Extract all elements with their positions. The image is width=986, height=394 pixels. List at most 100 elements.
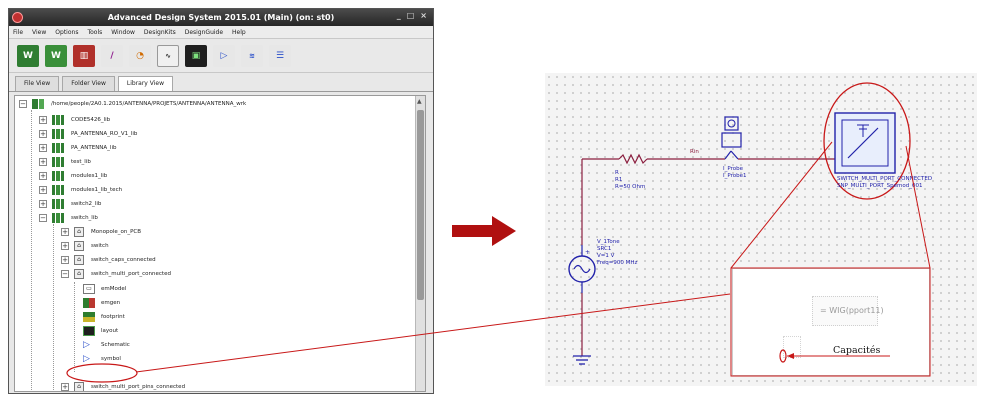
library-icon[interactable]: ▥ [73, 44, 95, 67]
expand-icon[interactable]: + [39, 116, 47, 124]
expand-icon[interactable]: + [39, 186, 47, 194]
menu-designguide[interactable]: DesignGuide [185, 29, 223, 36]
collapse-icon[interactable]: − [61, 270, 69, 278]
source-freq: Freq=900 MHz [597, 260, 638, 266]
tree-library[interactable]: + modules1_lib_tech [39, 183, 122, 197]
expand-icon[interactable]: + [39, 172, 47, 180]
cell-icon: ⌂ [74, 227, 84, 237]
expand-icon[interactable]: + [61, 228, 69, 236]
footprint-icon [83, 312, 95, 322]
zoom-expression: = WIG(pport11) [820, 306, 884, 315]
menu-tools[interactable]: Tools [87, 29, 102, 36]
resistor-name: R1 [615, 177, 623, 183]
tree-library[interactable]: + CODE5426_lib [39, 113, 110, 127]
library-icon [52, 199, 64, 209]
cell-label: switch [91, 243, 109, 249]
library-label: switch_lib [71, 215, 98, 221]
source-name: SRC1 [597, 246, 612, 252]
symbol-view-icon: ▷ [83, 354, 90, 364]
tree-view-footprint[interactable]: footprint [83, 310, 125, 324]
expand-icon[interactable]: + [39, 158, 47, 166]
view-label: emModel [101, 286, 127, 292]
expand-icon[interactable]: + [39, 144, 47, 152]
components-icon[interactable]: / [101, 44, 123, 67]
window-controls: _ □ × [397, 11, 427, 20]
tree-cell[interactable]: + ⌂ switch [61, 239, 109, 253]
tab-folder-view[interactable]: Folder View [62, 76, 115, 91]
expand-icon[interactable]: + [61, 242, 69, 250]
cell-label: Monopole_on_PCB [91, 229, 142, 235]
open-workspace-icon[interactable]: W [45, 44, 67, 67]
library-icon [52, 129, 64, 139]
library-label: test_lib [71, 159, 91, 165]
symbol-icon[interactable]: ▷ [213, 44, 235, 67]
library-tree[interactable]: − /home/people/2A0.1.2015/ANTENNA/PROJET… [14, 95, 426, 392]
tree-library[interactable]: + PA_ANTENNA_RO_V1_lib [39, 127, 137, 141]
resistor-value: R=50 Ohm [615, 184, 646, 190]
tree-scrollbar[interactable]: ▲ [415, 96, 425, 391]
tree-cell-expanded[interactable]: − ⌂ switch_multi_port_connected [61, 267, 171, 281]
cell-label: switch_multi_port_connected [91, 271, 171, 277]
tree-view-emmodel[interactable]: ▭ emModel [83, 282, 126, 296]
tab-library-view[interactable]: Library View [117, 76, 173, 91]
maximize-button[interactable]: □ [407, 11, 415, 20]
tree-library[interactable]: + test_lib [39, 155, 91, 169]
expand-icon[interactable]: + [39, 200, 47, 208]
menu-designkits[interactable]: DesignKits [144, 29, 176, 36]
menu-window[interactable]: Window [111, 29, 135, 36]
scrollbar-thumb[interactable] [417, 110, 424, 300]
menu-view[interactable]: View [32, 29, 46, 36]
simulation-icon[interactable]: ◔ [129, 44, 151, 67]
window-title: Advanced Design System 2015.01 (Main) (o… [107, 13, 335, 22]
tree-library-expanded[interactable]: − switch_lib [39, 211, 98, 225]
new-workspace-icon[interactable]: W [17, 44, 39, 67]
view-label: emgen [101, 300, 121, 306]
minimize-button[interactable]: _ [397, 11, 401, 20]
menu-options[interactable]: Options [55, 29, 78, 36]
tree-library[interactable]: + modules1_lib [39, 169, 107, 183]
tab-file-view[interactable]: File View [15, 76, 60, 91]
scroll-up-icon[interactable]: ▲ [417, 98, 422, 105]
tree-view-emgen[interactable]: emgen [83, 296, 120, 310]
schematic-icon[interactable]: ▣ [185, 44, 207, 67]
cell-icon: ⌂ [74, 269, 84, 279]
library-icon [52, 185, 64, 195]
collapse-icon[interactable]: − [19, 100, 27, 108]
library-label: modules1_lib [71, 173, 108, 179]
tree-root-path: /home/people/2A0.1.2015/ANTENNA/PROJETS/… [51, 101, 247, 107]
library-label: switch2_lib [71, 201, 102, 207]
data-display-icon[interactable]: ∿ [157, 44, 179, 67]
title-bar: Advanced Design System 2015.01 (Main) (o… [9, 9, 433, 26]
zoom-port-box [783, 336, 801, 358]
tree-root[interactable]: − /home/people/2A0.1.2015/ANTENNA/PROJET… [19, 97, 246, 111]
tree-view-layout[interactable]: layout [83, 324, 118, 338]
view-tabs: File View Folder View Library View [9, 73, 433, 92]
tree-cell[interactable]: + ⌂ switch_caps_connected [61, 253, 156, 267]
cell-icon: ⌂ [74, 241, 84, 251]
component-name: SWITCH_MULTI_PORT_CONNECTED [837, 176, 933, 182]
collapse-icon[interactable]: − [39, 214, 47, 222]
menu-help[interactable]: Help [232, 29, 246, 36]
tree-library[interactable]: + switch2_lib [39, 197, 101, 211]
tree-cell[interactable]: + ⌂ Monopole_on_PCB [61, 225, 141, 239]
emgen-icon [83, 298, 95, 308]
expand-icon[interactable]: + [61, 256, 69, 264]
resistor-type: R [615, 170, 619, 176]
expand-icon[interactable]: + [61, 383, 69, 391]
menu-file[interactable]: File [13, 29, 23, 36]
view-label: layout [101, 328, 119, 334]
tree-view-symbol[interactable]: ▷ symbol [83, 352, 121, 366]
tree-view-schematic[interactable]: ▷ Schematic [83, 338, 130, 352]
probe-type: I_Probe [723, 166, 743, 172]
tree-library[interactable]: + PA_ANTENNA_lib [39, 141, 116, 155]
cell-label: switch_caps_connected [91, 257, 156, 263]
library-label: PA_ANTENNA_lib [71, 145, 117, 151]
emsetup-icon[interactable]: ☰ [269, 44, 291, 67]
tree-cell[interactable]: + ⌂ switch_multi_port_pins_connected [61, 380, 186, 391]
layout-icon[interactable]: ≋ [241, 44, 263, 67]
schematic-view-icon: ▷ [83, 340, 90, 350]
cell-label: switch_multi_port_pins_connected [91, 384, 186, 390]
expand-icon[interactable]: + [39, 130, 47, 138]
close-button[interactable]: × [420, 11, 427, 20]
cell-icon: ⌂ [74, 382, 84, 391]
